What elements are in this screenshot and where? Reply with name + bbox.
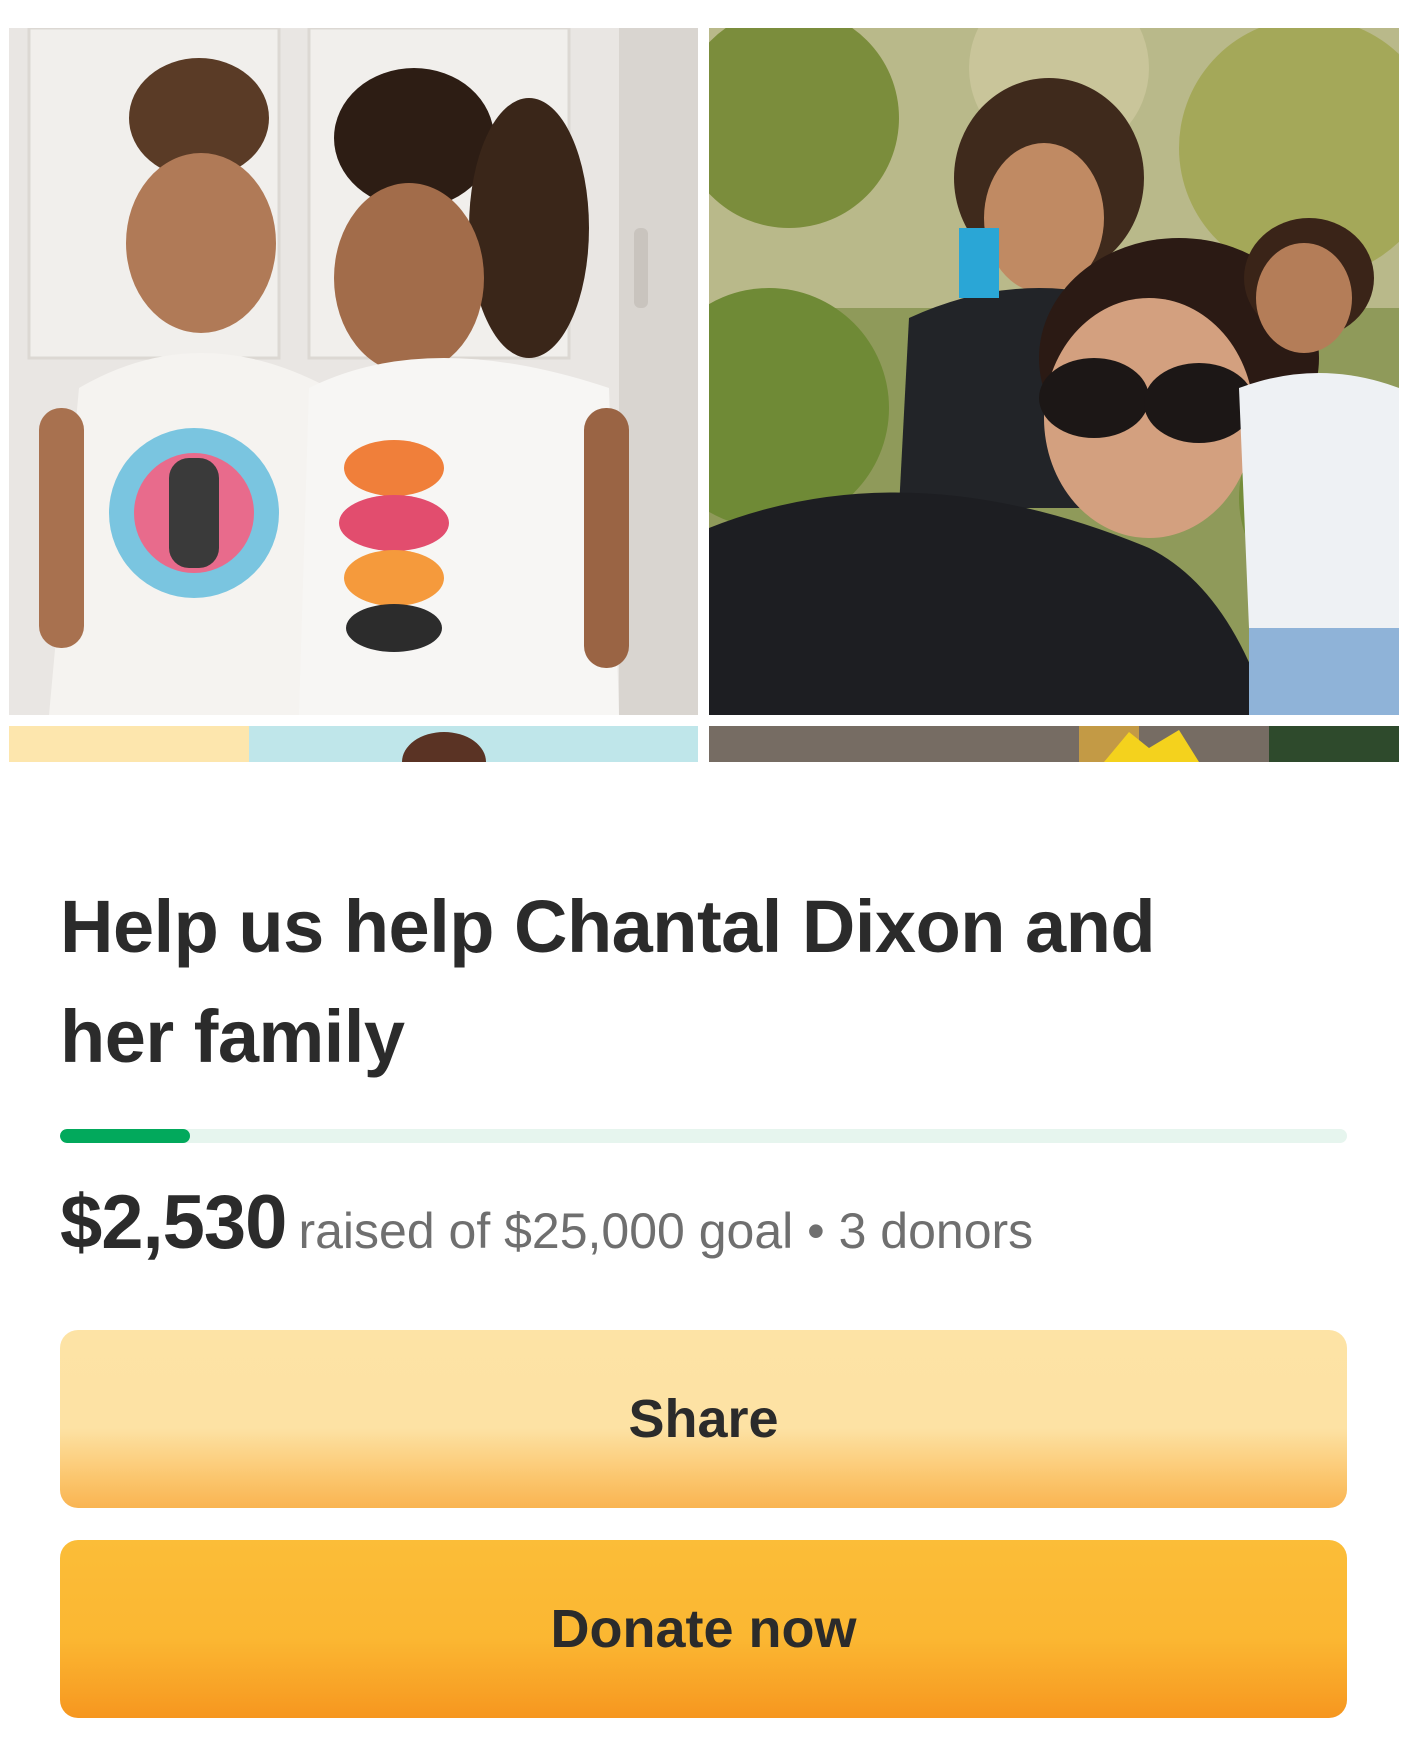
campaign-photo-1[interactable] — [9, 28, 698, 715]
donate-now-button[interactable]: Donate now — [60, 1540, 1347, 1718]
goal-and-donors: raised of $25,000 goal • 3 donors — [298, 1203, 1034, 1259]
share-button[interactable]: Share — [60, 1330, 1347, 1508]
campaign-photo-2[interactable] — [709, 28, 1399, 715]
progress-bar-fill — [60, 1129, 190, 1143]
progress-bar — [60, 1129, 1347, 1143]
fundraising-stats: $2,530 raised of $25,000 goal • 3 donors — [60, 1178, 1350, 1289]
photo-gallery — [0, 0, 1406, 762]
campaign-photo-4[interactable] — [709, 726, 1399, 762]
campaign-title: Help us help Chantal Dixon and her famil… — [60, 885, 1156, 1078]
amount-raised: $2,530 — [60, 1180, 287, 1265]
campaign-photo-3[interactable] — [9, 726, 698, 762]
